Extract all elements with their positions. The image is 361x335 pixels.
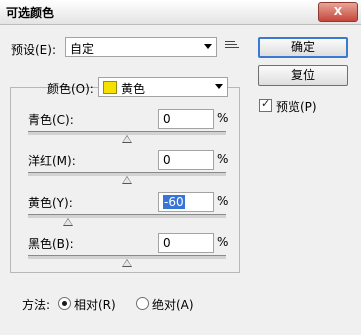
yellow-input[interactable]: -60 bbox=[158, 192, 214, 212]
chevron-down-icon bbox=[204, 44, 212, 49]
color-swatch bbox=[103, 81, 117, 94]
reset-button[interactable]: 复位 bbox=[258, 65, 348, 86]
preset-label: 预设(E): bbox=[11, 43, 56, 57]
title-bar: 可选颜色 X bbox=[0, 0, 361, 25]
preview-checkbox[interactable]: ✓ bbox=[259, 97, 272, 112]
black-slider-thumb[interactable] bbox=[122, 259, 132, 267]
menu-lines-icon[interactable] bbox=[225, 41, 239, 53]
magenta-slider[interactable] bbox=[28, 172, 226, 184]
preview-label: 预览(P) bbox=[276, 100, 317, 114]
yellow-label: 黄色(Y): bbox=[28, 196, 73, 210]
black-value: 0 bbox=[163, 236, 171, 250]
colors-label: 颜色(O): bbox=[47, 82, 94, 96]
close-button[interactable]: X bbox=[318, 2, 358, 22]
black-input[interactable]: 0 bbox=[158, 233, 214, 253]
ok-button[interactable]: 确定 bbox=[258, 37, 348, 58]
cyan-label: 青色(C): bbox=[28, 113, 74, 127]
magenta-label: 洋红(M): bbox=[28, 154, 76, 168]
relative-radio[interactable] bbox=[58, 297, 71, 310]
black-label: 黑色(B): bbox=[28, 237, 74, 251]
magenta-input[interactable]: 0 bbox=[158, 150, 214, 170]
preset-dropdown[interactable]: 自定 bbox=[65, 37, 217, 57]
chevron-down-icon bbox=[215, 84, 223, 89]
yellow-slider-thumb[interactable] bbox=[62, 218, 73, 226]
colors-value: 黄色 bbox=[121, 82, 146, 96]
absolute-radio[interactable] bbox=[136, 297, 149, 310]
colors-dropdown[interactable]: 黄色 bbox=[98, 77, 228, 97]
checkmark-icon: ✓ bbox=[261, 97, 271, 110]
yellow-percent-unit: % bbox=[217, 194, 229, 208]
cyan-slider-thumb[interactable] bbox=[122, 135, 132, 143]
black-slider[interactable] bbox=[28, 255, 226, 267]
cyan-value: 0 bbox=[163, 112, 171, 126]
preset-value: 自定 bbox=[70, 42, 95, 56]
method-label: 方法: bbox=[22, 298, 51, 312]
yellow-value: -60 bbox=[163, 195, 185, 209]
absolute-label: 绝对(A) bbox=[152, 298, 194, 312]
magenta-slider-thumb[interactable] bbox=[122, 176, 132, 184]
cyan-slider[interactable] bbox=[28, 131, 226, 143]
yellow-slider[interactable] bbox=[28, 214, 226, 226]
relative-label: 相对(R) bbox=[74, 298, 116, 312]
magenta-value: 0 bbox=[163, 153, 171, 167]
window-title: 可选颜色 bbox=[6, 6, 55, 20]
magenta-percent-unit: % bbox=[217, 152, 229, 166]
black-percent-unit: % bbox=[217, 235, 229, 249]
cyan-percent-unit: % bbox=[217, 111, 229, 125]
cyan-input[interactable]: 0 bbox=[158, 109, 214, 129]
